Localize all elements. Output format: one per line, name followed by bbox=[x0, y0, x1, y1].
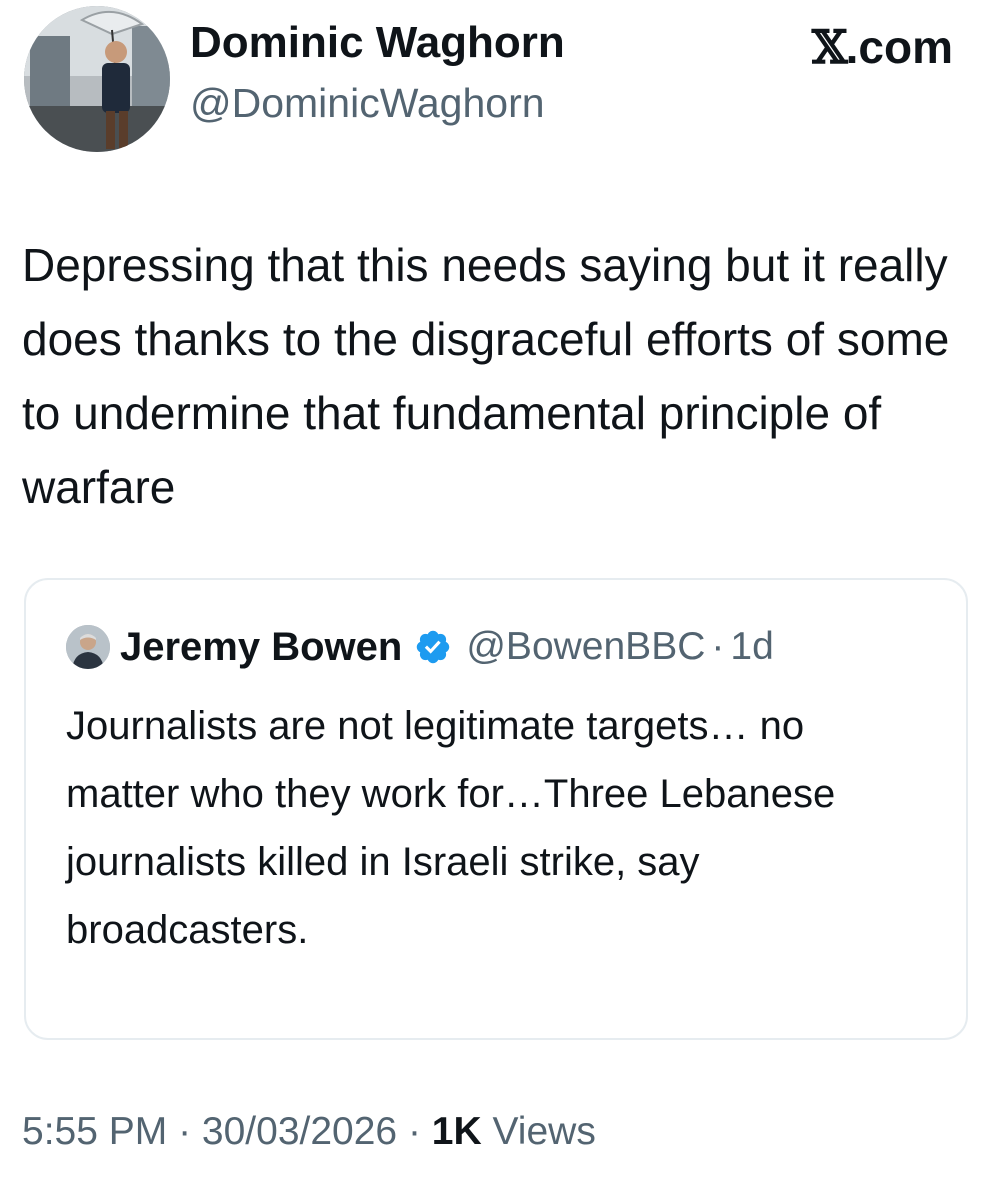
quoted-author-handle[interactable]: @BowenBBC bbox=[466, 625, 705, 669]
views-label: Views bbox=[481, 1110, 596, 1153]
author-avatar[interactable] bbox=[24, 6, 170, 152]
author-handle[interactable]: @DominicWaghorn bbox=[190, 80, 545, 127]
quoted-author-name[interactable]: Jeremy Bowen bbox=[120, 625, 402, 670]
x-logo-icon: 𝕏 bbox=[811, 20, 848, 74]
quoted-tweet-text: Journalists are not legitimate targets… … bbox=[66, 704, 836, 952]
brand-suffix: .com bbox=[845, 21, 953, 73]
quoted-tweet-header: Jeremy Bowen @BowenBBC · 1d bbox=[66, 622, 774, 672]
views-count[interactable]: 1K bbox=[432, 1110, 482, 1153]
tweet-text: Depressing that this needs saying but it… bbox=[22, 239, 950, 513]
tweet-metadata: 5:55 PM · 30/03/2026 · 1K Views bbox=[22, 1110, 596, 1154]
author-name[interactable]: Dominic Waghorn bbox=[190, 18, 565, 68]
quoted-author-avatar[interactable] bbox=[66, 625, 110, 669]
quoted-tweet-card[interactable]: Jeremy Bowen @BowenBBC · 1d Journalists … bbox=[24, 578, 968, 1040]
quoted-timestamp[interactable]: 1d bbox=[730, 625, 773, 669]
meta-separator: · bbox=[397, 1110, 432, 1153]
tweet-time[interactable]: 5:55 PM bbox=[22, 1110, 167, 1153]
tweet-date[interactable]: 30/03/2026 bbox=[202, 1110, 397, 1153]
quoted-separator: · bbox=[711, 625, 725, 668]
verified-badge-icon bbox=[414, 628, 452, 666]
brand-watermark: 𝕏.com bbox=[812, 20, 953, 74]
profile-photo-icon bbox=[24, 6, 170, 152]
profile-photo-icon bbox=[66, 625, 110, 669]
meta-separator: · bbox=[167, 1110, 202, 1153]
